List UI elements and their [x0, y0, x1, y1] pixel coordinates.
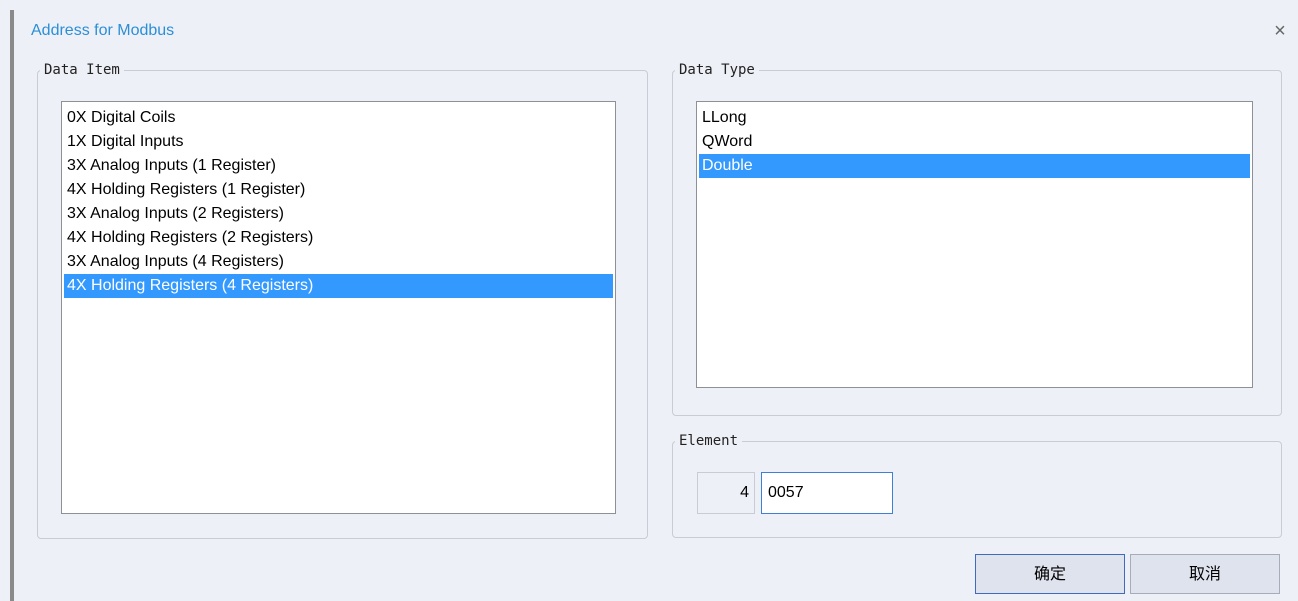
data-item-option[interactable]: 0X Digital Coils	[64, 106, 613, 130]
cancel-button[interactable]: 取消	[1130, 554, 1280, 594]
ok-button[interactable]: 确定	[975, 554, 1125, 594]
element-address-input[interactable]	[761, 472, 893, 514]
close-icon[interactable]: ×	[1270, 20, 1290, 42]
data-type-option[interactable]: QWord	[699, 130, 1250, 154]
element-prefix: 4	[697, 472, 755, 514]
data-type-listbox[interactable]: LLong QWord Double	[696, 101, 1253, 388]
dialog-title: Address for Modbus	[31, 22, 175, 39]
data-item-legend: Data Item	[44, 62, 120, 78]
element-legend: Element	[679, 433, 739, 449]
modbus-address-dialog: Address for Modbus × Data Item 0X Digita…	[0, 0, 1298, 601]
data-item-option[interactable]: 3X Analog Inputs (4 Registers)	[64, 250, 613, 274]
data-item-option[interactable]: 1X Digital Inputs	[64, 130, 613, 154]
data-item-option[interactable]: 4X Holding Registers (4 Registers)	[64, 274, 613, 298]
data-type-option[interactable]: Double	[699, 154, 1250, 178]
data-item-option[interactable]: 4X Holding Registers (1 Register)	[64, 178, 613, 202]
data-item-listbox[interactable]: 0X Digital Coils 1X Digital Inputs 3X Anal…	[61, 101, 616, 514]
data-type-option[interactable]: LLong	[699, 106, 1250, 130]
data-item-option[interactable]: 3X Analog Inputs (1 Register)	[64, 154, 613, 178]
data-item-option[interactable]: 4X Holding Registers (2 Registers)	[64, 226, 613, 250]
data-type-legend: Data Type	[679, 62, 755, 78]
window-edge	[10, 10, 14, 601]
data-item-option[interactable]: 3X Analog Inputs (2 Registers)	[64, 202, 613, 226]
